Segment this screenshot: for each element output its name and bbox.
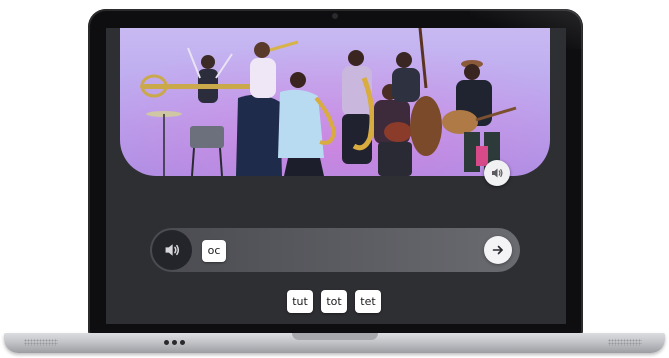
indicator-dot	[164, 340, 169, 345]
answer-bar: oc	[150, 228, 520, 272]
hero-audio-button[interactable]	[484, 160, 510, 186]
choice-chip-tut[interactable]: tut	[287, 290, 313, 313]
choice-chip-tot[interactable]: tot	[321, 290, 347, 313]
speaker-grille-left	[24, 339, 58, 346]
answer-chip[interactable]: oc	[202, 240, 226, 262]
choice-chip-tet[interactable]: tet	[355, 290, 381, 313]
laptop-base	[4, 333, 665, 353]
arrow-right-icon	[492, 245, 503, 255]
speaker-icon	[165, 244, 180, 256]
sax-player-figure	[342, 50, 375, 164]
submit-button[interactable]	[484, 236, 512, 264]
indicator-dot	[172, 340, 177, 345]
choice-list: tut tot tet	[287, 290, 381, 313]
app-screen: oc tut tot tet	[106, 28, 566, 324]
speaker-icon	[492, 168, 503, 178]
indicator-dot	[180, 340, 185, 345]
band-of-musicians-photo	[120, 28, 550, 176]
play-audio-button[interactable]	[152, 230, 192, 270]
laptop-mockup: oc tut tot tet	[0, 0, 669, 358]
hinge-notch	[292, 333, 378, 340]
speaker-grille-right	[608, 339, 642, 346]
hero-image	[120, 28, 550, 176]
indicator-dots	[164, 340, 185, 345]
webcam	[332, 13, 338, 19]
